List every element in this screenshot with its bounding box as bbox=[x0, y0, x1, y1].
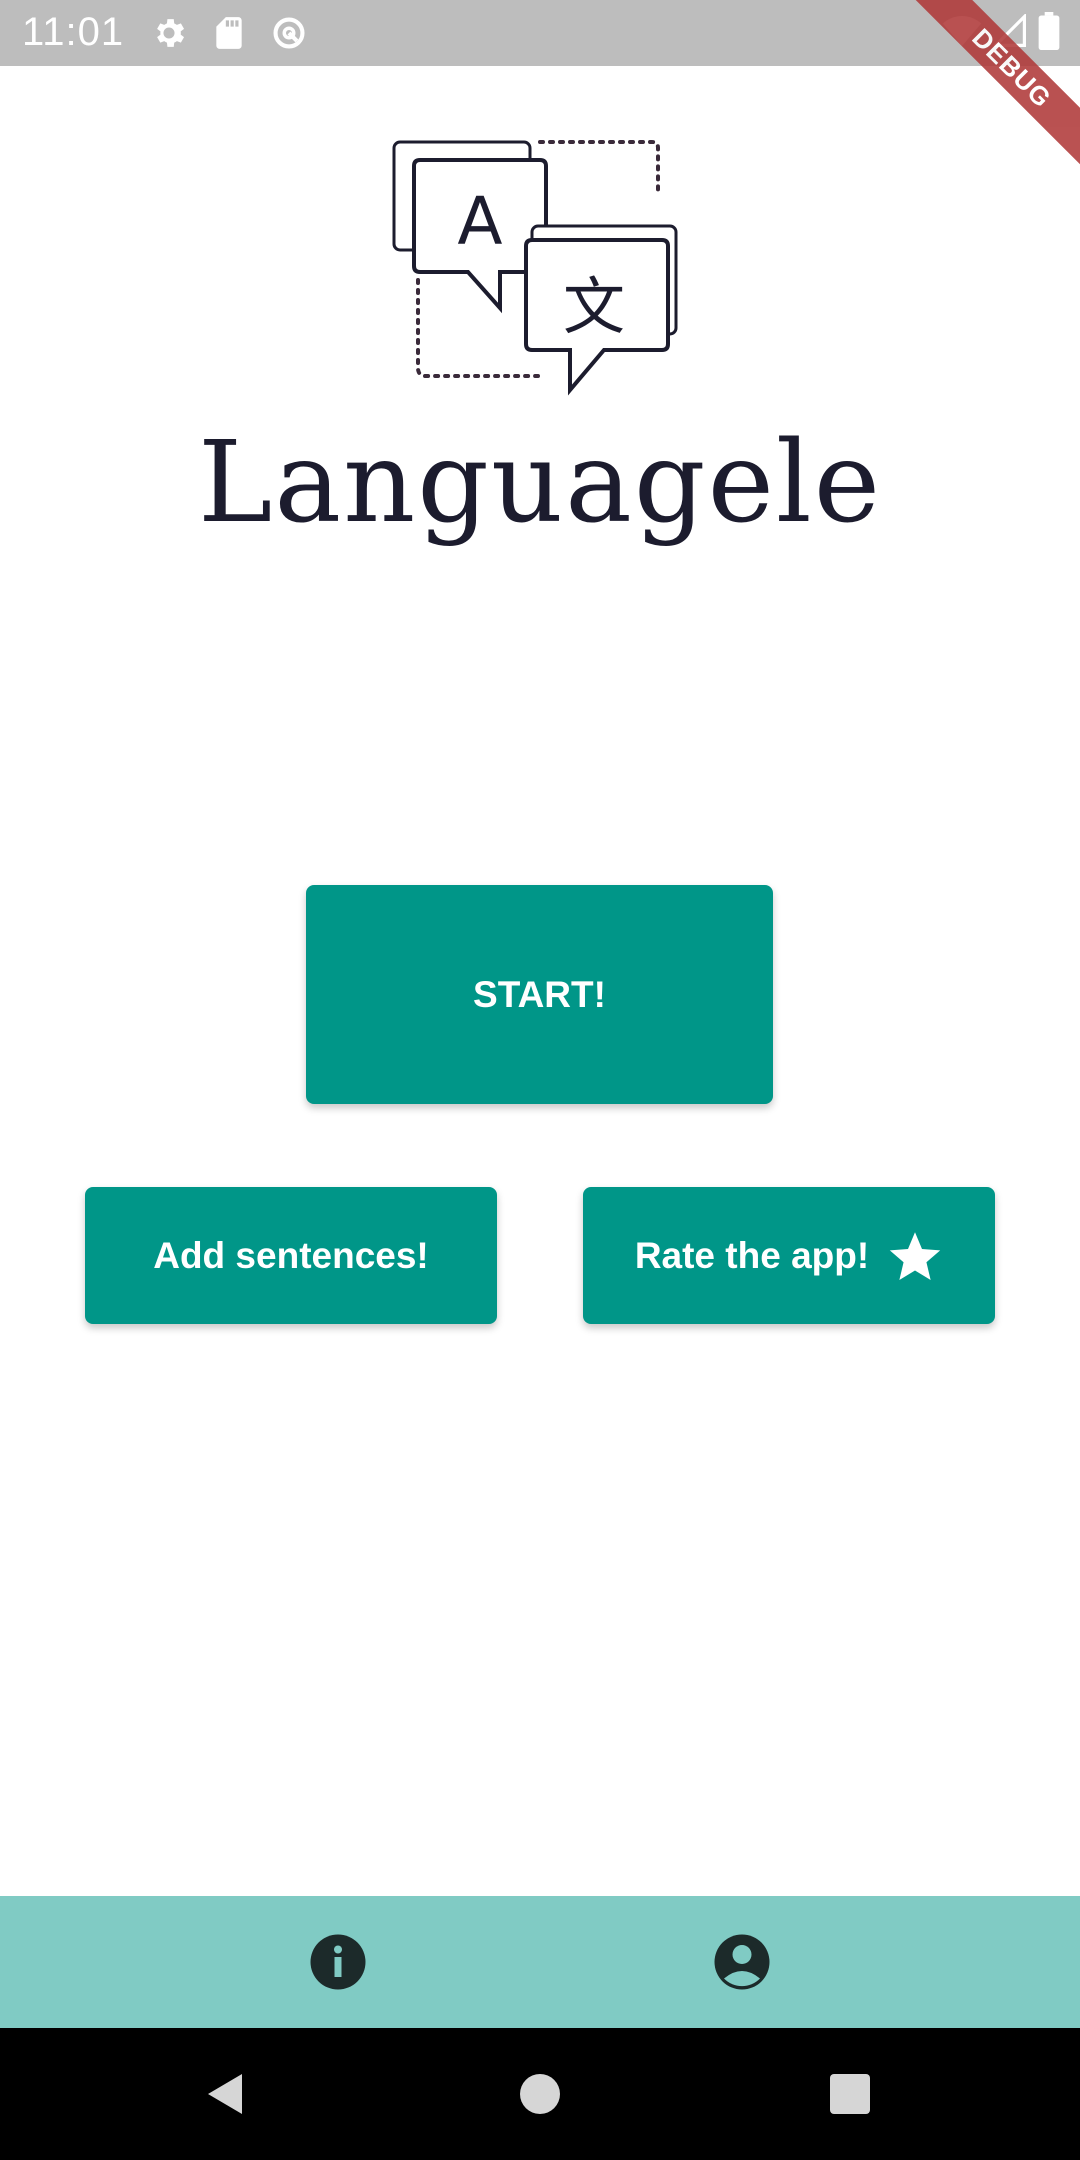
account-icon[interactable] bbox=[712, 1932, 772, 1992]
sd-card-icon bbox=[210, 14, 248, 52]
logo-glyph-cjk: 文 bbox=[563, 270, 625, 343]
gear-icon bbox=[150, 14, 188, 52]
status-time: 11:01 bbox=[22, 10, 125, 54]
recents-icon[interactable] bbox=[826, 2070, 874, 2118]
translation-logo-icon: A 文 bbox=[390, 132, 690, 402]
battery-icon bbox=[1038, 11, 1060, 55]
status-bar: 11:01 bbox=[0, 0, 1080, 66]
bottom-navigation bbox=[0, 1896, 1080, 2028]
system-navigation-bar bbox=[0, 2028, 1080, 2160]
wifi-icon bbox=[942, 14, 982, 53]
rate-app-button-label: Rate the app! bbox=[634, 1234, 870, 1276]
status-right-icons bbox=[942, 11, 1060, 55]
info-icon[interactable] bbox=[308, 1932, 368, 1992]
signal-icon bbox=[991, 12, 1026, 53]
data-saver-icon bbox=[270, 14, 308, 52]
start-button-label: START! bbox=[473, 973, 606, 1015]
start-button[interactable]: START! bbox=[306, 885, 773, 1104]
rate-app-button[interactable]: Rate the app! bbox=[583, 1187, 995, 1324]
back-icon[interactable] bbox=[202, 2070, 250, 2118]
logo-glyph-latin: A bbox=[457, 183, 502, 260]
home-icon[interactable] bbox=[516, 2070, 564, 2118]
app-wordmark: Languagele bbox=[198, 418, 882, 548]
add-sentences-button-label: Add sentences! bbox=[153, 1234, 429, 1276]
star-icon bbox=[887, 1228, 943, 1284]
add-sentences-button[interactable]: Add sentences! bbox=[85, 1187, 497, 1324]
